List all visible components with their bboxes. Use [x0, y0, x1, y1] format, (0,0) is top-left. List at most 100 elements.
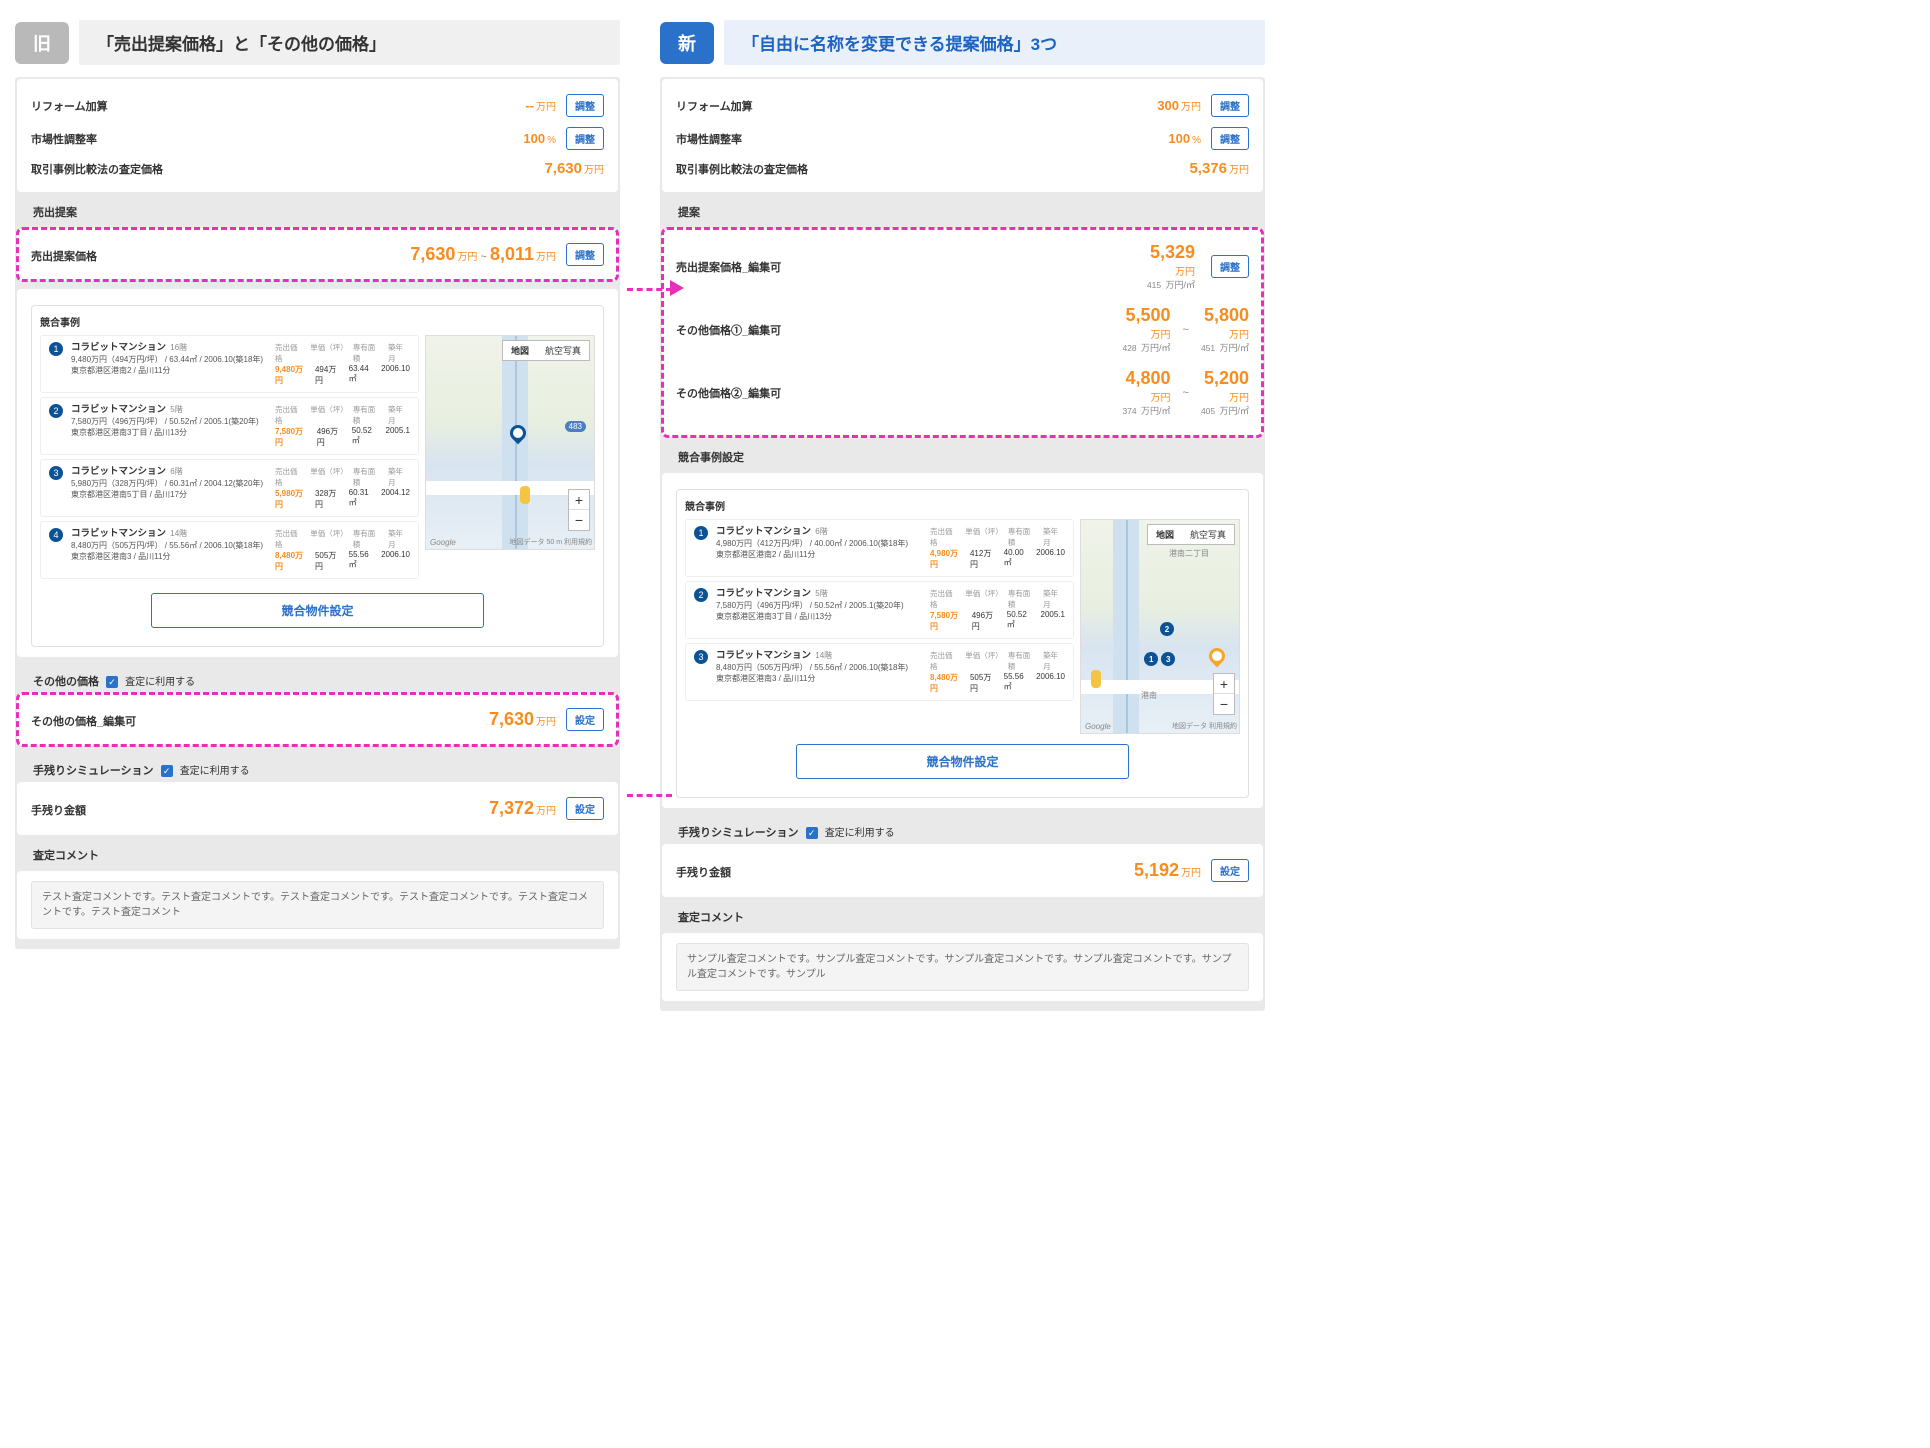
other-section-label: その他の価格 [33, 673, 99, 689]
zoom-control[interactable]: + − [1213, 673, 1235, 715]
competition-config-button[interactable]: 競合物件設定 [796, 744, 1129, 779]
other-price-label: その他の価格_編集可 [31, 713, 136, 729]
reform-label: リフォーム加算 [676, 98, 753, 114]
comment-section-label: 査定コメント [662, 905, 1263, 933]
use-in-assessment: 査定に利用する [180, 766, 250, 777]
old-other-price-card: その他の価格_編集可 7,630万円 設定 [17, 693, 618, 746]
adjust-button[interactable]: 調整 [1211, 94, 1249, 117]
new-panel: 新 「自由に名称を変更できる提案価格」3つ リフォーム加算 300万円 調整 市… [660, 20, 1265, 1011]
reform-label: リフォーム加算 [31, 98, 108, 114]
bullet-icon: 3 [694, 650, 708, 664]
route-badge: 483 [565, 421, 586, 432]
adjust-button[interactable]: 調整 [1211, 127, 1249, 150]
rate-label: 市場性調整率 [676, 131, 742, 147]
bullet-icon: 1 [49, 342, 63, 356]
competition-item[interactable]: 3コラビットマンション 14階8,480万円（505万円/坪） / 55.56㎡… [685, 643, 1074, 701]
map-tab-map[interactable]: 地図 [503, 341, 537, 360]
old-panel: 旧 「売出提案価格」と「その他の価格」 リフォーム加算 --万円 調整 市場性調… [15, 20, 620, 949]
new-propose-card: 売出提案価格_編集可5,329万円415 万円/㎡調整その他価格①_編集可5,5… [662, 228, 1263, 437]
old-comment-card: テスト査定コメントです。テスト査定コメントです。テスト査定コメントです。テスト査… [17, 871, 618, 939]
new-title: 「自由に名称を変更できる提案価格」3つ [724, 20, 1265, 65]
sim-section-label: 手残りシミュレーション [678, 824, 799, 840]
use-in-assessment: 査定に利用する [825, 828, 895, 839]
bullet-icon: 4 [49, 528, 63, 542]
badge-new: 新 [660, 22, 714, 64]
google-logo: Google [1085, 722, 1111, 731]
map-pin-1: 1 [1144, 652, 1158, 666]
competition-item[interactable]: 1コラビットマンション 16階9,480万円（494万円/坪） / 63.44㎡… [40, 335, 419, 393]
new-summary-card: リフォーム加算 300万円 調整 市場性調整率 100% 調整 取引事例比較法の… [662, 79, 1263, 192]
map-widget[interactable]: 地図 航空写真 483 + − Google 地図データ 50 m [425, 335, 595, 550]
checkbox-icon[interactable]: ✓ [806, 827, 818, 839]
pegman-icon[interactable] [1091, 670, 1101, 688]
new-competition-card: 競合事例 1コラビットマンション 6階4,980万円（412万円/坪） / 40… [662, 473, 1263, 808]
settings-button[interactable]: 設定 [566, 797, 604, 820]
arrow-icon [670, 280, 684, 296]
competition-title: 競合事例 [40, 314, 595, 329]
map-tab-satellite[interactable]: 航空写真 [537, 341, 589, 360]
old-sim-card: 手残り金額 7,372万円 設定 [17, 782, 618, 835]
bullet-icon: 3 [49, 466, 63, 480]
adjust-button[interactable]: 調整 [1211, 255, 1249, 278]
competition-list: 1コラビットマンション 6階4,980万円（412万円/坪） / 40.00㎡ … [685, 519, 1074, 734]
map-credit: 地図データ 利用規約 [1172, 721, 1237, 731]
comp-method-label: 取引事例比較法の査定価格 [31, 161, 163, 177]
zoom-out-button[interactable]: − [1214, 694, 1234, 714]
competition-item[interactable]: 4コラビットマンション 14階8,480万円（505万円/坪） / 55.56㎡… [40, 521, 419, 579]
map-area-label: 港南 [1141, 690, 1157, 701]
bullet-icon: 1 [694, 526, 708, 540]
comment-section-label: 査定コメント [17, 843, 618, 871]
competition-item[interactable]: 2コラビットマンション 5階7,580万円（496万円/坪） / 50.52㎡ … [685, 581, 1074, 639]
competition-item[interactable]: 3コラビットマンション 6階5,980万円（328万円/坪） / 60.31㎡ … [40, 459, 419, 517]
comp-method-label: 取引事例比較法の査定価格 [676, 161, 808, 177]
zoom-in-button[interactable]: + [1214, 674, 1234, 694]
adjust-button[interactable]: 調整 [566, 94, 604, 117]
map-pin-icon [1206, 644, 1229, 667]
map-pin-2: 2 [1160, 622, 1174, 636]
adjust-button[interactable]: 調整 [566, 243, 604, 266]
old-propose-price-card: 売出提案価格 7,630万円 ~ 8,011万円 調整 [17, 228, 618, 281]
bullet-icon: 2 [694, 588, 708, 602]
zoom-control[interactable]: + − [568, 489, 590, 531]
old-competition-card: 競合事例 1コラビットマンション 16階9,480万円（494万円/坪） / 6… [17, 289, 618, 657]
rate-label: 市場性調整率 [31, 131, 97, 147]
competition-item[interactable]: 1コラビットマンション 6階4,980万円（412万円/坪） / 40.00㎡ … [685, 519, 1074, 577]
competition-title: 競合事例 [685, 498, 1240, 513]
map-area-label: 港南二丁目 [1169, 548, 1209, 559]
zoom-in-button[interactable]: + [569, 490, 589, 510]
map-widget[interactable]: 地図 航空写真 港南二丁目 港南 2 1 3 [1080, 519, 1240, 734]
google-logo: Google [430, 538, 456, 547]
sim-amount-label: 手残り金額 [676, 864, 731, 880]
badge-old: 旧 [15, 22, 69, 64]
use-in-assessment: 査定に利用する [125, 677, 195, 688]
sim-section-label: 手残りシミュレーション [33, 762, 154, 778]
adjust-button[interactable]: 調整 [566, 127, 604, 150]
propose-price-label: 売出提案価格 [31, 248, 97, 264]
propose-row: その他価格②_編集可4,800万円374 万円/㎡~5,200万円405 万円/… [676, 364, 1249, 427]
settings-button[interactable]: 設定 [566, 708, 604, 731]
settings-button[interactable]: 設定 [1211, 859, 1249, 882]
sim-amount-label: 手残り金額 [31, 802, 86, 818]
old-title: 「売出提案価格」と「その他の価格」 [79, 20, 620, 65]
section-propose: 提案 [662, 200, 1263, 228]
zoom-out-button[interactable]: − [569, 510, 589, 530]
competition-config-button[interactable]: 競合物件設定 [151, 593, 484, 628]
pegman-icon[interactable] [520, 486, 530, 504]
map-pin-3: 3 [1161, 652, 1175, 666]
propose-row: その他価格①_編集可5,500万円428 万円/㎡~5,800万円451 万円/… [676, 301, 1249, 364]
checkbox-icon[interactable]: ✓ [106, 676, 118, 688]
map-tab-map[interactable]: 地図 [1148, 525, 1182, 544]
section-propose: 売出提案 [17, 200, 618, 228]
new-comment-card: サンプル査定コメントです。サンプル査定コメントです。サンプル査定コメントです。サ… [662, 933, 1263, 1001]
new-sim-card: 手残り金額 5,192万円 設定 [662, 844, 1263, 897]
comp-config-section: 競合事例設定 [662, 445, 1263, 473]
competition-item[interactable]: 2コラビットマンション 5階7,580万円（496万円/坪） / 50.52㎡ … [40, 397, 419, 455]
comment-text: サンプル査定コメントです。サンプル査定コメントです。サンプル査定コメントです。サ… [676, 943, 1249, 991]
competition-list: 1コラビットマンション 16階9,480万円（494万円/坪） / 63.44㎡… [40, 335, 419, 583]
map-tab-satellite[interactable]: 航空写真 [1182, 525, 1234, 544]
propose-row: 売出提案価格_編集可5,329万円415 万円/㎡調整 [676, 238, 1249, 301]
comment-text: テスト査定コメントです。テスト査定コメントです。テスト査定コメントです。テスト査… [31, 881, 604, 929]
old-summary-card: リフォーム加算 --万円 調整 市場性調整率 100% 調整 取引事例比較法の査… [17, 79, 618, 192]
checkbox-icon[interactable]: ✓ [161, 765, 173, 777]
map-credit: 地図データ 50 m 利用規約 [510, 537, 592, 547]
